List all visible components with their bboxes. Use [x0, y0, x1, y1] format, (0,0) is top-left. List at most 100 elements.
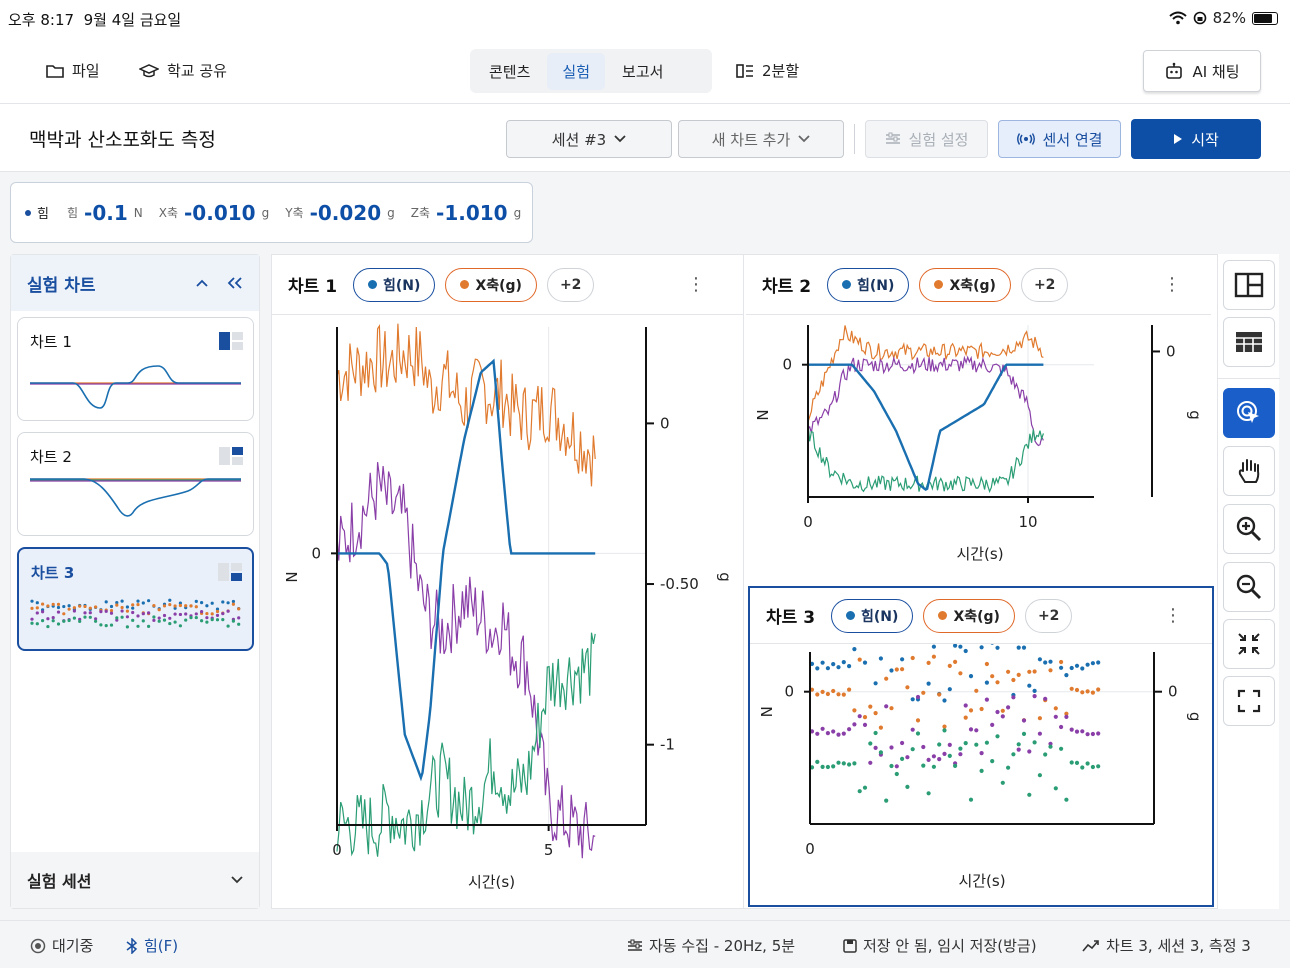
thumbnail-point: [215, 613, 220, 617]
more-menu-icon[interactable]: ⋮: [1164, 606, 1182, 626]
thumbnail-point: [131, 610, 135, 615]
connected-sensor[interactable]: 힘(F): [126, 935, 178, 956]
sidebar-item-chart-1[interactable]: 차트 1: [17, 317, 254, 421]
scatter-point-x: [910, 655, 915, 661]
scatter-point-force: [1059, 665, 1064, 670]
scatter-point-force: [1016, 645, 1021, 650]
reading-label: Z축: [410, 206, 431, 220]
table-button[interactable]: [1223, 317, 1275, 367]
wifi-icon: [1168, 11, 1187, 25]
layout-button[interactable]: [1223, 260, 1275, 310]
chart-1-plot[interactable]: 0 5 0 0 -0.50 -1 시간(s) N g: [272, 315, 744, 908]
more-menu-icon[interactable]: ⋮: [687, 275, 705, 295]
session-label: 세션 #3: [551, 130, 607, 149]
scatter-point-x: [820, 689, 825, 694]
thumbnail-point: [62, 619, 66, 623]
split-view-button[interactable]: 2분할: [736, 60, 799, 81]
select-tool-button[interactable]: [1223, 388, 1275, 438]
scatter-point-z: [1064, 797, 1069, 802]
start-button[interactable]: 시작: [1131, 119, 1261, 159]
zoom-out-button[interactable]: [1223, 562, 1275, 612]
thumbnail-point: [157, 608, 161, 612]
fit-button[interactable]: [1223, 619, 1275, 669]
y-right-tick-label: 0: [660, 414, 670, 432]
x-tick-label: 5: [544, 841, 554, 859]
cursor-select-icon: [1237, 401, 1259, 423]
tab-experiment[interactable]: 실험: [547, 52, 606, 90]
series-chip-more[interactable]: +2: [1024, 598, 1073, 633]
series-chip-force[interactable]: 힘(N): [353, 267, 436, 302]
y-right-tick-label: 0: [1168, 683, 1178, 701]
collapse-left-icon[interactable]: [227, 277, 243, 289]
chart-panel-3[interactable]: 차트 3 힘(N) X축(g) +2 ⋮ 0 0 0 시간(s) Ng: [748, 586, 1214, 907]
add-chart-select[interactable]: 새 차트 추가: [678, 120, 844, 158]
split-icon: [736, 63, 753, 78]
fullscreen-button[interactable]: [1223, 676, 1275, 726]
share-button[interactable]: 학교 공유: [139, 60, 227, 81]
chart-panel-2[interactable]: 차트 2 힘(N) X축(g) +2 ⋮ 0 10 0 0 시간(s) Ng: [746, 255, 1211, 581]
series-chip-force[interactable]: 힘(N): [831, 598, 914, 633]
auto-collect-status[interactable]: 자동 수집 - 20Hz, 5분: [627, 935, 795, 956]
scatter-point-z: [968, 797, 974, 802]
scatter-point-z: [862, 785, 868, 790]
zoom-out-icon: [1236, 574, 1262, 600]
thumbnail-point: [141, 612, 145, 616]
session-section-header[interactable]: 실험 세션: [11, 852, 259, 908]
series-chip-x[interactable]: X축(g): [919, 267, 1011, 302]
sensor-connect-button[interactable]: 센서 연결: [998, 120, 1121, 158]
scatter-point-y: [825, 731, 830, 736]
bottom-status-bar: 대기중 힘(F) 자동 수집 - 20Hz, 5분 저장 안 됨, 임시 저장(…: [0, 920, 1290, 968]
series-chip-more[interactable]: +2: [1020, 267, 1069, 302]
series-chip-more[interactable]: +2: [546, 267, 595, 302]
scatter-point-z: [841, 761, 846, 766]
scatter-point-force: [968, 674, 974, 679]
sidebar-item-chart-2[interactable]: 차트 2: [17, 432, 254, 536]
series-chip-force[interactable]: 힘(N): [827, 267, 910, 302]
chevron-up-icon[interactable]: [195, 278, 209, 288]
save-status[interactable]: 저장 안 됨, 임시 저장(방금): [843, 935, 1037, 956]
scatter-point-x: [937, 692, 942, 697]
thumbnail-point: [178, 603, 182, 608]
scatter-point-x: [852, 708, 857, 713]
scatter-point-y: [1069, 727, 1074, 732]
thumbnail-point: [62, 612, 66, 616]
start-label: 시작: [1191, 130, 1219, 149]
scatter-point-y: [974, 728, 979, 733]
scatter-point-y: [968, 727, 974, 732]
chart-2-plot[interactable]: 0 10 0 0 시간(s) N g: [746, 315, 1211, 581]
thumbnail-point: [30, 599, 34, 603]
thumbnail-point: [200, 619, 204, 623]
chart-3-plot[interactable]: 0 0 0 시간(s) N g: [750, 644, 1212, 905]
chevron-down-icon: [231, 876, 243, 884]
scatter-point-force: [1074, 663, 1080, 668]
scatter-point-z: [937, 742, 942, 747]
y-right-tick-label: -0.50: [660, 575, 699, 593]
split-label: 2분할: [762, 62, 800, 80]
session-select[interactable]: 세션 #3: [506, 120, 672, 158]
scatter-point-z: [1085, 761, 1090, 766]
thumbnail-point: [56, 622, 61, 626]
tab-report[interactable]: 보고서: [607, 53, 678, 90]
scatter-point-x: [1090, 690, 1095, 695]
series-chip-x[interactable]: X축(g): [923, 598, 1015, 633]
scatter-point-z: [1016, 742, 1021, 747]
more-menu-icon[interactable]: ⋮: [1163, 275, 1181, 295]
scatter-point-z: [1006, 765, 1011, 770]
series-chip-x[interactable]: X축(g): [445, 267, 537, 302]
scatter-point-y: [873, 745, 878, 750]
tab-contents[interactable]: 콘텐츠: [474, 53, 545, 90]
ai-chat-button[interactable]: AI 채팅: [1143, 50, 1261, 92]
scatter-point-x: [958, 671, 963, 676]
pan-tool-button[interactable]: [1223, 446, 1275, 496]
zoom-in-button[interactable]: [1223, 504, 1275, 554]
thumbnail-point: [35, 611, 39, 615]
chart-panel-1[interactable]: 차트 1 힘(N) X축(g) +2 ⋮ 0 5 0 0 -0.50 -1 시간(s) Ng: [272, 255, 744, 908]
experiment-settings-button[interactable]: 실험 설정: [865, 120, 988, 158]
scatter-point-force: [900, 657, 905, 662]
y-right-axis-title: g: [1186, 410, 1204, 420]
sidebar-item-chart-3[interactable]: 차트 3: [17, 547, 254, 651]
thumbnail-point: [78, 604, 82, 608]
file-button[interactable]: 파일: [46, 60, 100, 81]
status-time: 오후 8:17 9월 4일 금요일: [8, 11, 182, 29]
scatter-point-y: [1090, 731, 1095, 737]
